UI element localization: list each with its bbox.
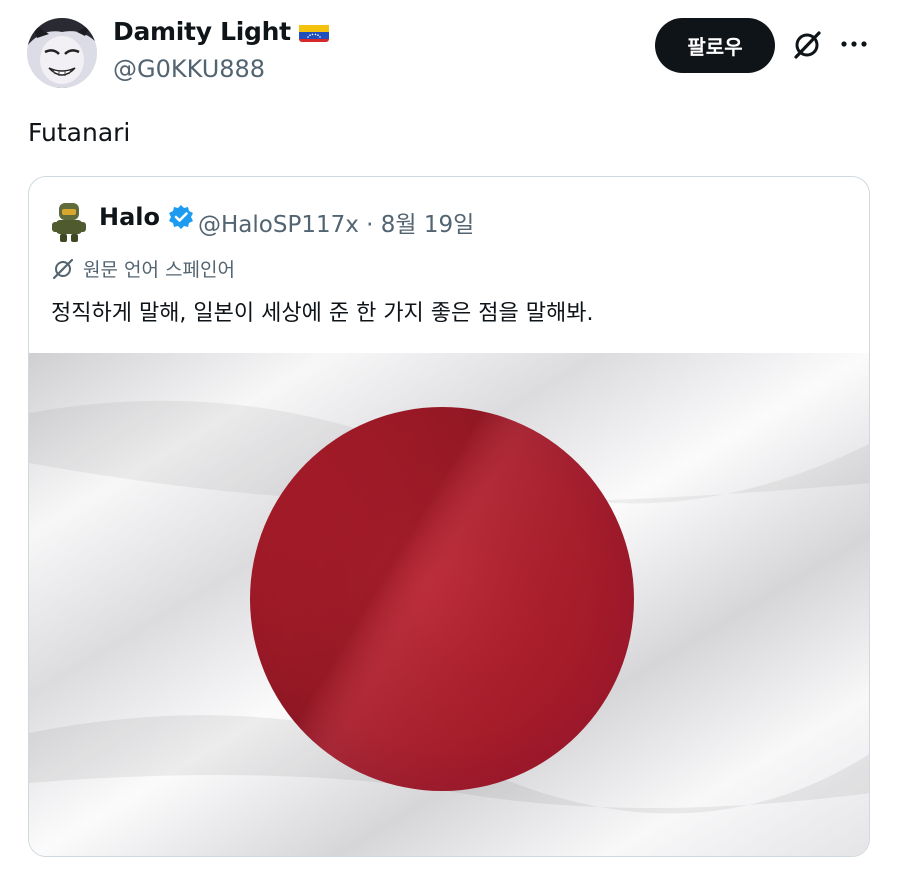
avatar-image [27,18,97,88]
quoted-post-date[interactable]: 8월 19일 [381,212,475,238]
more-dots-icon[interactable] [838,32,870,56]
quoted-author-avatar[interactable] [50,201,88,243]
translate-label: 원문 언어 스페인어 [83,259,235,281]
japan-flag-image[interactable] [29,353,870,857]
quoted-post-meta: @HaloSP117x · 8월 19일 [198,205,474,239]
verified-badge-icon [168,204,194,230]
author-name-text: Damity Light [113,17,291,46]
quoted-author-handle[interactable]: @HaloSP117x [198,212,359,238]
follow-button[interactable]: 팔로우 [655,18,775,73]
quoted-post-card[interactable]: Halo @HaloSP117x · 8월 19일 원문 언어 스페인어 정직하… [28,176,870,857]
translate-indicator[interactable]: 원문 언어 스페인어 [51,255,235,282]
quoted-author-name[interactable]: Halo [99,203,194,231]
author-avatar[interactable] [27,18,97,88]
author-handle[interactable]: @G0KKU888 [113,55,265,83]
quoted-author-name-text: Halo [99,203,160,231]
grok-slash-icon[interactable] [790,28,824,62]
translate-icon [51,257,75,281]
post-text: Futanari [28,118,131,147]
master-chief-avatar-icon [52,203,86,242]
venezuela-flag-icon [298,22,329,42]
quoted-post-text: 정직하게 말해, 일본이 세상에 준 한 가지 좋은 점을 말해봐. [51,301,594,326]
author-name[interactable]: Damity Light [113,17,329,46]
meta-separator: · [366,212,374,238]
